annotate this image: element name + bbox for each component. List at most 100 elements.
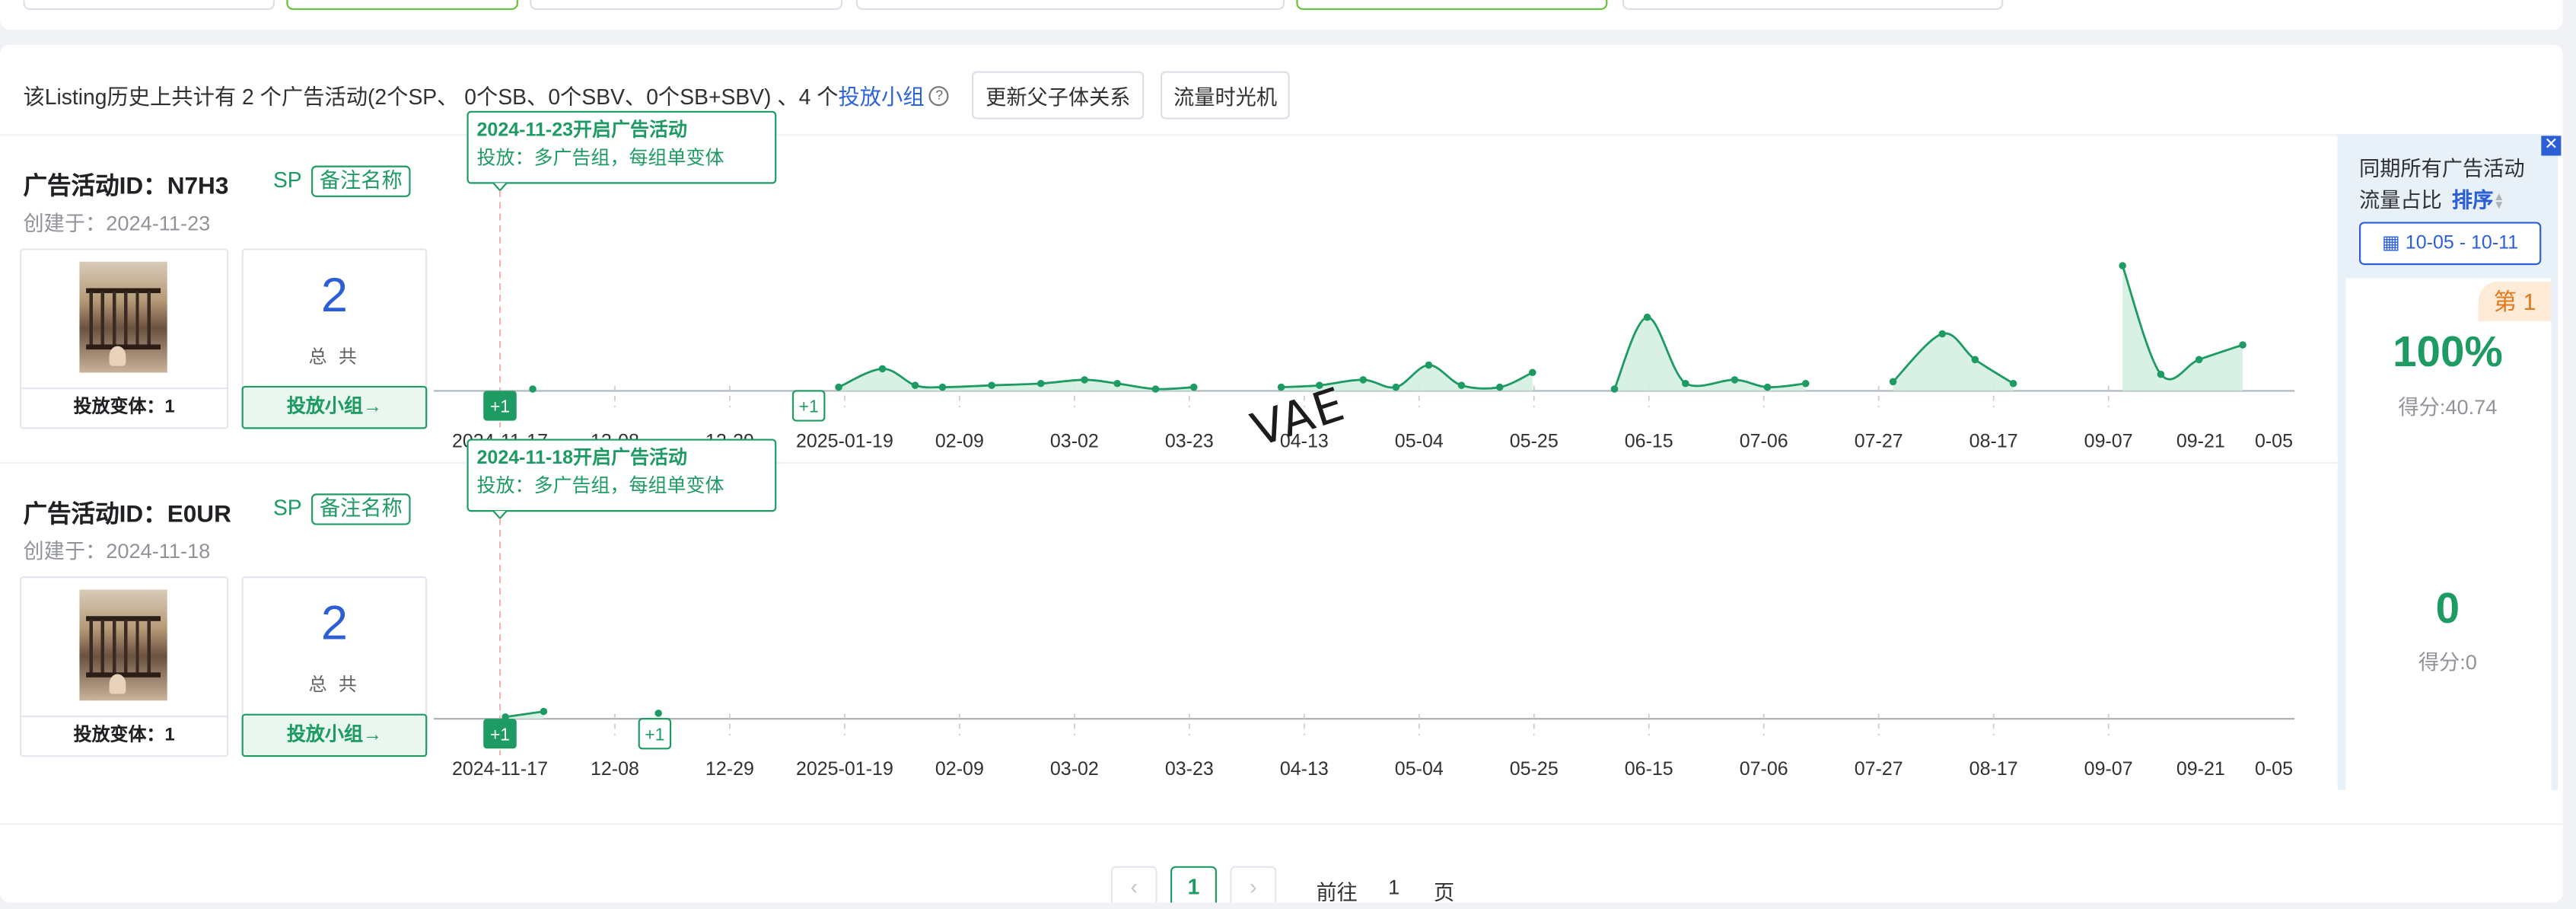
campaign-row: 广告活动ID：N7H3 SP 备注名称 创建于：2024-11-23 投放变体：… [0, 110, 2338, 461]
chevron-left-icon[interactable]: ‹ [1110, 866, 1157, 903]
total-label: 总 共 [308, 347, 361, 368]
series-area [1614, 317, 1806, 391]
data-point [1425, 361, 1433, 369]
x-tick-label: 06-15 [1625, 430, 1673, 451]
campaign-type-badge: SP [272, 167, 302, 193]
data-point [1277, 383, 1285, 391]
traffic-chart: 2024-11-18开启广告活动 投放：多广告组，每组单变体 2024-11-1… [433, 439, 2295, 780]
rank-badge: 第 1 [2478, 281, 2552, 322]
data-point [1151, 385, 1160, 393]
event-title: 2024-11-18开启广告活动 [477, 446, 688, 468]
variant-count-label: 投放变体：1 [21, 715, 228, 755]
x-tick-label: 06-15 [1625, 758, 1673, 780]
data-point [938, 383, 947, 391]
sort-button[interactable]: 排序▲ ▼ [2452, 189, 2505, 212]
ad-group-button[interactable]: 投放小组→ [241, 385, 428, 429]
data-point [2009, 379, 2017, 388]
x-tick-label: 07-27 [1855, 758, 1903, 780]
side-title-line2: 流量占比 [2359, 189, 2442, 212]
created-date: 创建于：2024-11-23 [23, 212, 211, 235]
x-tick-label: 03-02 [1050, 430, 1099, 451]
data-point [2239, 341, 2246, 349]
share-percent: 0 [2435, 582, 2460, 633]
chevron-right-icon[interactable]: › [1230, 866, 1277, 903]
x-tick-label: 02-09 [935, 430, 984, 451]
data-point [654, 710, 662, 717]
x-tick-label: 09-07 [2084, 430, 2133, 451]
date-range-text: 10-05 - 10-11 [2405, 233, 2519, 254]
x-tick-label: 03-23 [1165, 430, 1214, 451]
x-tick-label: 05-04 [1395, 430, 1444, 451]
filter-field[interactable] [530, 0, 843, 11]
data-point [1801, 379, 1810, 388]
data-point [1610, 385, 1619, 393]
campaign-panel: 该Listing历史上共计有 2 个广告活动(2个SP、 0个SB、0个SBV、… [0, 44, 2563, 903]
filter-field[interactable] [286, 0, 518, 11]
x-tick-label: 03-23 [1165, 758, 1214, 780]
traffic-time-machine-button[interactable]: 流量时光机 [1160, 71, 1291, 120]
data-point [1889, 378, 1897, 386]
date-range-picker[interactable]: ▦ 10-05 - 10-11 [2359, 222, 2542, 266]
x-tick-label: 09-21 [2176, 758, 2225, 780]
ad-group-button[interactable]: 投放小组→ [241, 713, 428, 758]
campaign-row: 广告活动ID：E0UR SP 备注名称 创建于：2024-11-18 投放变体：… [0, 439, 2338, 789]
data-point [1036, 379, 1045, 388]
marker-label: +1 [799, 397, 819, 416]
data-point [529, 385, 537, 393]
traffic-share-panel: 同期所有广告活动 流量占比 排序▲ ▼ ▦ 10-05 - 10-11 [2337, 134, 2558, 790]
event-title: 2024-11-23开启广告活动 [477, 118, 688, 140]
product-card: 投放变体：1 [20, 248, 229, 429]
side-header: 同期所有广告活动 流量占比 排序▲ ▼ ▦ 10-05 - 10-11 [2337, 134, 2558, 279]
summary-text: 该Listing历史上共计有 2 个广告活动(2个SP、 0个SB、0个SBV、… [23, 84, 839, 110]
data-point [1189, 383, 1198, 391]
x-tick-label: 05-25 [1510, 430, 1559, 451]
x-tick-label: 0-05 [2255, 430, 2293, 451]
filter-field[interactable] [855, 0, 1285, 11]
data-point [1938, 330, 1947, 338]
x-tick-label: 07-06 [1740, 430, 1788, 451]
question-circle-icon[interactable]: ? [929, 85, 950, 106]
share-percent: 100% [2393, 326, 2503, 376]
group-link[interactable]: 投放小组 [838, 79, 924, 110]
data-point [1081, 376, 1088, 384]
data-point [1731, 376, 1739, 384]
product-thumbnail[interactable] [79, 589, 167, 701]
marker-label: +1 [490, 397, 510, 416]
event-description: 投放：多广告组，每组单变体 [477, 475, 724, 496]
close-icon[interactable]: ✕ [2541, 136, 2562, 156]
variant-count-label: 投放变体：1 [21, 388, 228, 427]
product-thumbnail[interactable] [79, 261, 167, 373]
product-card: 投放变体：1 [20, 576, 229, 758]
data-point [1763, 383, 1772, 391]
x-tick-label: 09-21 [2176, 430, 2225, 451]
event-description: 投放：多广告组，每组单变体 [477, 147, 724, 168]
total-label: 总 共 [308, 675, 361, 696]
filter-field[interactable] [1622, 0, 2004, 11]
side-title-line1: 同期所有广告活动 [2359, 157, 2525, 181]
sort-label: 排序 [2451, 189, 2494, 212]
x-tick-label: 07-27 [1855, 430, 1903, 451]
data-point [1359, 376, 1368, 384]
data-point [1643, 313, 1651, 321]
page-number[interactable]: 1 [1170, 866, 1217, 903]
filter-field[interactable] [1296, 0, 1608, 11]
remark-tag[interactable]: 备注名称 [310, 165, 411, 197]
x-tick-label: 08-17 [1969, 758, 2018, 780]
x-tick-label: 07-06 [1740, 758, 1788, 780]
x-tick-label: 12-08 [591, 758, 639, 780]
filter-field[interactable] [23, 0, 275, 11]
x-tick-label: 05-25 [1510, 758, 1559, 780]
x-tick-label: 2025-01-19 [796, 430, 893, 451]
marker-label: +1 [645, 724, 664, 744]
remark-tag[interactable]: 备注名称 [310, 493, 411, 525]
total-card: 2 总 共 投放小组→ [241, 248, 428, 429]
x-tick-label: 0-05 [2255, 758, 2293, 780]
goto-page-input[interactable]: 1 [1357, 866, 1431, 903]
pagination: ‹ 1 › 前往 1 页 [0, 823, 2563, 903]
update-parent-child-button[interactable]: 更新父子体关系 [972, 71, 1144, 120]
calendar-icon: ▦ [2382, 233, 2400, 254]
x-tick-label: 2025-01-19 [796, 758, 893, 780]
data-point [911, 381, 919, 389]
campaign-title: 广告活动ID：E0UR [23, 502, 231, 528]
total-count: 2 [320, 270, 348, 324]
